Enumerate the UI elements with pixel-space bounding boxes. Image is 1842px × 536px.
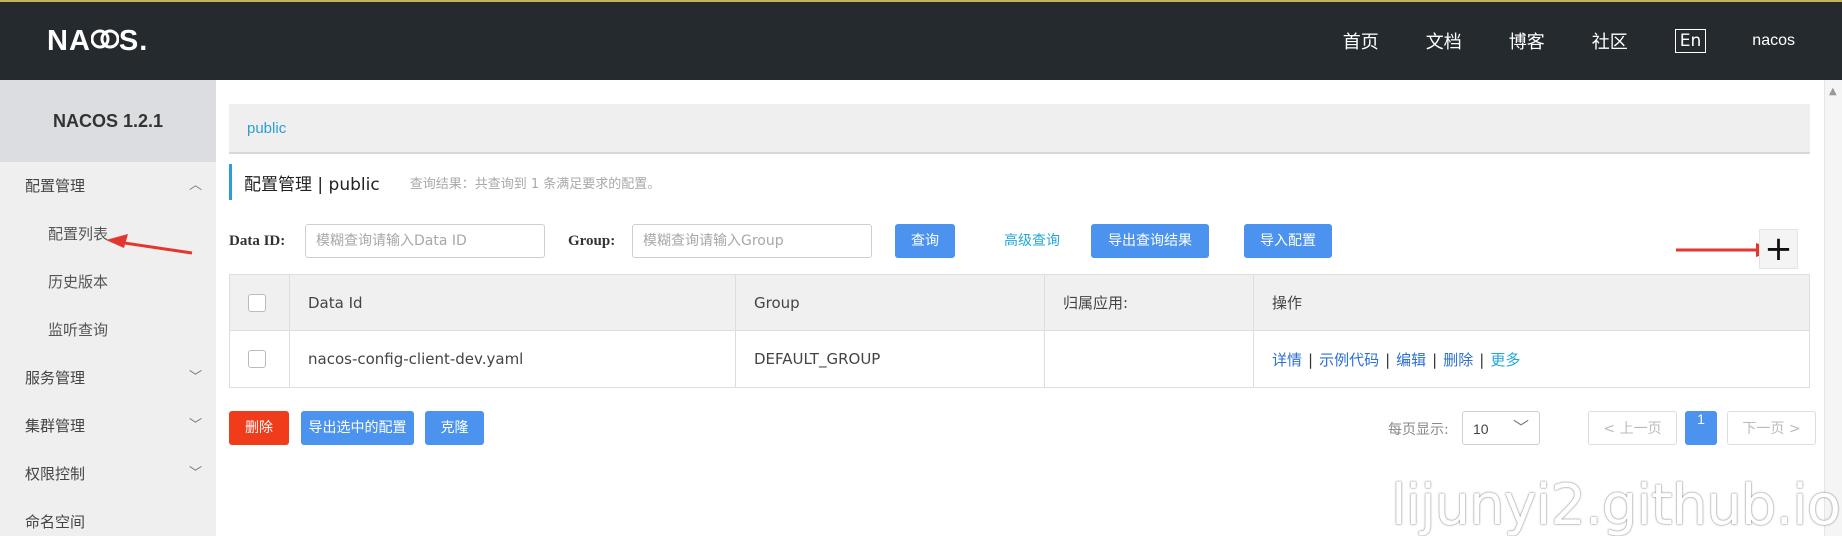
annotation-arrows [106,234,1776,257]
action-separator: | [1479,350,1485,369]
menu-config-management[interactable]: 配置管理 ︿ [0,162,216,210]
top-navbar: NA S. 首页 文档 博客 社区 En nacos [0,2,1842,80]
cell-dataid: nacos-config-client-dev.yaml [289,330,736,388]
menu-label: 监听查询 [48,321,109,339]
cell-actions: 详情 | 示例代码 | 编辑 | 删除 | 更多 [1253,330,1810,388]
select-all-checkbox[interactable] [248,293,266,312]
menu-history[interactable]: 历史版本 [0,258,216,306]
per-page-select[interactable]: 10 ﹀ [1462,411,1540,445]
col-dataid[interactable]: Data Id [289,274,736,331]
cell-group: DEFAULT_GROUP [735,330,1045,388]
select-all-cell [229,274,290,331]
filter-bar: Data ID: Group: 查询 高级查询 导出查询结果 导入配置 [229,224,1810,260]
export-selected-button[interactable]: 导出选中的配置 [301,411,414,445]
logo-circle-mark [90,25,120,58]
dataid-search-input[interactable] [305,224,545,258]
col-app: 归属应用: [1044,274,1254,331]
logo-text-start: NA [47,25,91,57]
query-button[interactable]: 查询 [895,224,955,258]
advanced-query-link[interactable]: 高级查询 [997,224,1067,258]
menu-service-management[interactable]: 服务管理 ﹀ [0,354,216,402]
menu-listener-query[interactable]: 监听查询 [0,306,216,354]
action-delete-link[interactable]: 删除 [1443,351,1473,369]
group-search-input[interactable] [632,224,872,258]
row-select-cell [229,330,290,388]
col-group[interactable]: Group [735,274,1045,331]
menu-label: 历史版本 [48,273,109,291]
page: NA S. 首页 文档 博客 社区 En nacos NACOS 1.2.1 配置… [0,0,1842,536]
current-page-button[interactable]: 1 [1685,411,1717,445]
menu-label: 配置管理 [25,177,86,195]
action-separator: | [1432,350,1438,369]
chevron-down-icon: ﹀ [188,466,202,481]
user-menu[interactable]: nacos [1752,32,1795,50]
cell-app [1044,330,1254,388]
menu-cluster-management[interactable]: 集群管理 ﹀ [0,402,216,450]
clone-button[interactable]: 克隆 [425,411,484,445]
language-toggle[interactable]: En [1674,29,1707,53]
table-header-row: Data Id Group 归属应用: 操作 [229,274,1810,331]
menu-label: 权限控制 [25,465,86,483]
bottom-bar: 删除 导出选中的配置 克隆 每页显示: 10 ﹀ < 上一页 1 下一页 > [229,411,1816,447]
action-separator: | [1308,350,1314,369]
watermark-text: lijunyi2.github.io [1390,473,1841,536]
table-row: nacos-config-client-dev.yaml DEFAULT_GRO… [229,330,1810,388]
config-table: Data Id Group 归属应用: 操作 nacos-config-clie… [229,274,1810,388]
dataid-label: Data ID: [229,233,286,249]
action-more-link[interactable]: 更多 [1490,351,1520,369]
plus-icon[interactable]: + [1759,229,1798,269]
menu-config-list[interactable]: 配置列表 [0,210,216,258]
import-config-button[interactable]: 导入配置 [1244,224,1332,258]
next-page-button[interactable]: 下一页 > [1727,411,1816,445]
page-title-text: 配置管理 | public [244,174,380,195]
action-sample-code-link[interactable]: 示例代码 [1319,351,1379,369]
nacos-logo[interactable]: NA S. [47,25,148,58]
sidebar: NACOS 1.2.1 配置管理 ︿ 配置列表 历史版本 监听查询 服务管理 ﹀ 集… [0,80,216,536]
namespace-breadcrumb: public [229,104,1810,154]
action-detail-link[interactable]: 详情 [1272,351,1302,369]
per-page-value: 10 [1473,421,1489,437]
query-result-hint: 查询结果：共查询到 1 条满足要求的配置。 [409,176,661,192]
prev-page-button[interactable]: < 上一页 [1588,411,1677,445]
menu-label: 配置列表 [48,225,109,243]
page-scrollbar[interactable]: ▲ [1824,80,1842,536]
nav-home[interactable]: 首页 [1343,28,1379,54]
scroll-up-icon[interactable]: ▲ [1829,86,1837,97]
col-actions: 操作 [1253,274,1810,331]
logo-text-end: S. [118,25,149,57]
action-edit-link[interactable]: 编辑 [1396,351,1426,369]
menu-label: 命名空间 [25,513,86,531]
nav-docs[interactable]: 文档 [1426,28,1462,54]
menu-namespace[interactable]: 命名空间 [0,498,216,536]
menu-label: 服务管理 [25,369,86,387]
delete-button[interactable]: 删除 [229,411,289,445]
nav-blog[interactable]: 博客 [1509,28,1545,54]
chevron-up-icon: ︿ [188,178,202,193]
chevron-down-icon: ﹀ [188,370,202,385]
top-nav: 首页 文档 博客 社区 En nacos [1343,2,1842,80]
action-separator: | [1385,350,1391,369]
chevron-down-icon: ﹀ [188,418,202,433]
group-label: Group: [568,233,616,249]
menu-access-control[interactable]: 权限控制 ﹀ [0,450,216,498]
per-page-label: 每页显示: [1388,422,1449,438]
version-label: NACOS 1.2.1 [0,80,216,162]
menu-label: 集群管理 [25,417,86,435]
nav-community[interactable]: 社区 [1592,28,1628,54]
row-checkbox[interactable] [248,350,266,369]
export-results-button[interactable]: 导出查询结果 [1091,224,1209,258]
namespace-public-link[interactable]: public [247,120,286,137]
chevron-down-icon: ﹀ [1512,420,1529,437]
page-title: 配置管理 | public 查询结果：共查询到 1 条满足要求的配置。 [229,164,660,200]
